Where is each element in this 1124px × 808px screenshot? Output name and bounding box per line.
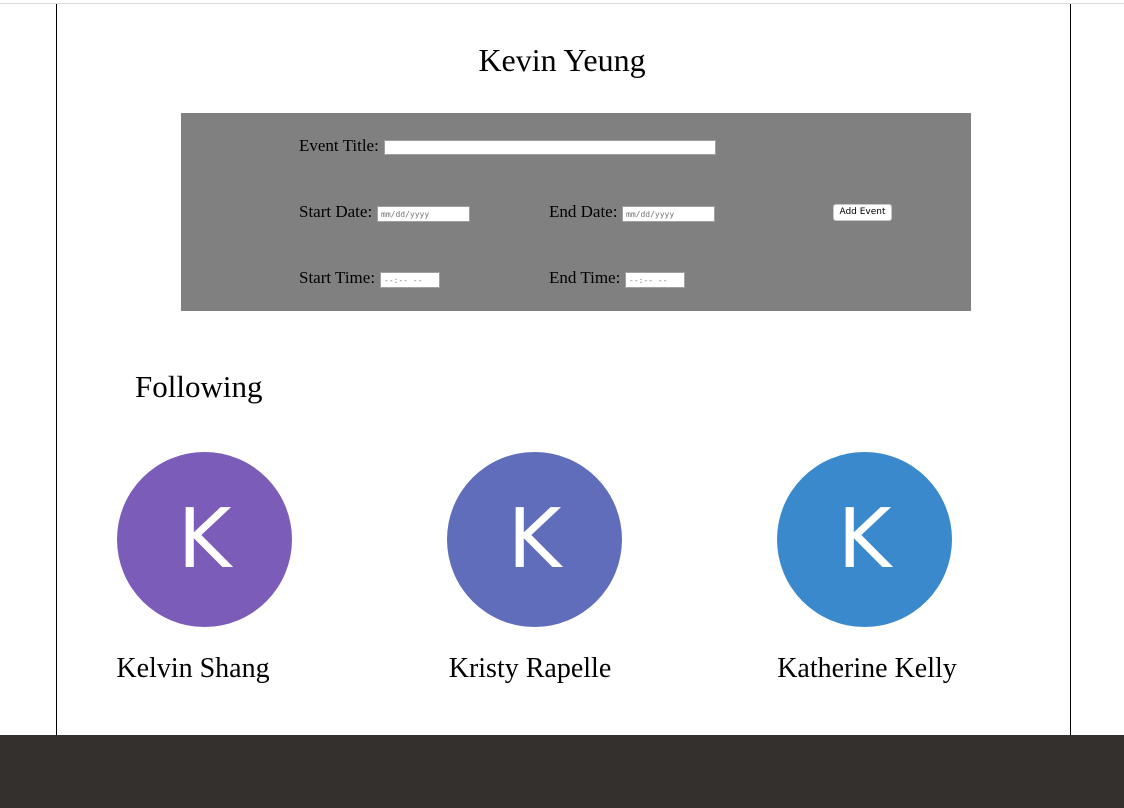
following-heading: Following: [135, 369, 263, 404]
event-title-input[interactable]: [384, 140, 716, 155]
following-name[interactable]: Kelvin Shang: [63, 652, 323, 686]
end-date-input[interactable]: [622, 206, 715, 222]
footer-bar: [0, 735, 1124, 808]
end-time-input[interactable]: [625, 272, 685, 288]
end-time-label: End Time:: [549, 268, 621, 287]
end-date-label: End Date:: [549, 202, 618, 221]
start-date-label: Start Date:: [299, 202, 373, 221]
avatar-katherine-kelly[interactable]: K: [777, 452, 952, 627]
start-time-label: Start Time:: [299, 268, 376, 287]
avatar-kristy-rapelle[interactable]: K: [447, 452, 622, 627]
start-time-input[interactable]: [380, 272, 440, 288]
event-title-label: Event Title:: [299, 136, 379, 155]
avatar-kelvin-shang[interactable]: K: [117, 452, 292, 627]
add-event-button[interactable]: Add Event: [833, 204, 892, 221]
following-name[interactable]: Katherine Kelly: [737, 652, 997, 686]
start-date-input[interactable]: [377, 206, 470, 222]
following-name[interactable]: Kristy Rapelle: [400, 652, 660, 686]
profile-name: Kevin Yeung: [478, 42, 646, 78]
